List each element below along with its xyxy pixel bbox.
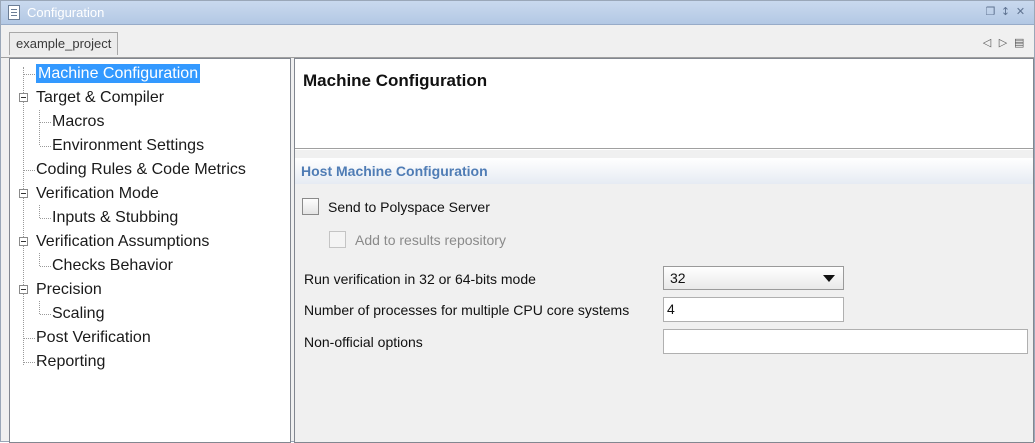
tree-item-label: Verification Mode	[36, 185, 159, 202]
tree-item-label: Post Verification	[36, 329, 151, 346]
non-official-options-input[interactable]	[663, 329, 1028, 354]
document-icon	[8, 5, 20, 20]
tree-item-precision[interactable]: Precision	[36, 278, 102, 302]
tree-item-label: Reporting	[36, 353, 106, 370]
non-official-options-label: Non-official options	[304, 334, 423, 350]
section-header: Host Machine Configuration	[295, 158, 1033, 184]
tree-item-label: Precision	[36, 281, 102, 298]
tree-item-coding-rules-code-metrics[interactable]: Coding Rules & Code Metrics	[36, 158, 246, 182]
add-to-repository-checkbox	[329, 231, 346, 248]
bits-mode-label: Run verification in 32 or 64-bits mode	[304, 271, 536, 287]
add-to-repository-label: Add to results repository	[355, 231, 506, 248]
tree-item-verification-mode[interactable]: Verification Mode	[36, 182, 159, 206]
add-to-repository-row: Add to results repository	[329, 231, 506, 248]
tree-item-verification-assumptions[interactable]: Verification Assumptions	[36, 230, 209, 254]
tree-item-label: Target & Compiler	[36, 89, 165, 106]
collapse-icon[interactable]	[19, 189, 28, 198]
close-icon[interactable]: ✕	[1015, 5, 1026, 19]
tree-connector	[24, 74, 35, 75]
tab-bar: example_project ◁ ▷ ▤	[1, 26, 1034, 58]
tree-branch-line	[39, 205, 40, 218]
tree-item-macros[interactable]: Macros	[52, 110, 104, 134]
bits-mode-select[interactable]: 32	[663, 266, 844, 290]
tree-item-label: Environment Settings	[52, 137, 205, 154]
tree-item-checks-behavior[interactable]: Checks Behavior	[52, 254, 173, 278]
tree-item-label: Macros	[52, 113, 105, 130]
configuration-window: Configuration ❐ ↕ ✕ example_project ◁ ▷ …	[0, 0, 1035, 443]
send-to-server-label: Send to Polyspace Server	[328, 198, 490, 215]
next-tab-icon[interactable]: ▷	[998, 36, 1008, 49]
collapse-icon[interactable]	[19, 93, 28, 102]
tree-connector	[40, 122, 51, 123]
window-controls: ❐ ↕ ✕	[985, 5, 1026, 19]
title-bar: Configuration ❐ ↕ ✕	[1, 1, 1034, 25]
page-header: Machine Configuration	[295, 59, 1033, 149]
bits-mode-value: 32	[670, 270, 686, 286]
tree-item-label: Checks Behavior	[52, 257, 173, 274]
restore-icon[interactable]: ❐	[985, 5, 996, 19]
tab-example-project[interactable]: example_project	[9, 32, 119, 55]
tree-item-label: Coding Rules & Code Metrics	[36, 161, 246, 178]
configuration-tree: Machine Configuration Target & Compiler Ma…	[9, 58, 291, 443]
tree-item-post-verification[interactable]: Post Verification	[36, 326, 151, 350]
window-title: Configuration	[27, 5, 105, 20]
tree-item-label: Scaling	[52, 305, 105, 322]
processes-label: Number of processes for multiple CPU cor…	[304, 302, 630, 318]
tree-connector	[40, 146, 51, 147]
send-to-server-checkbox[interactable]	[302, 198, 319, 215]
tree-item-inputs-stubbing[interactable]: Inputs & Stubbing	[52, 206, 178, 230]
collapse-icon[interactable]	[19, 285, 28, 294]
tree-root-line	[23, 67, 24, 365]
chevron-down-icon	[823, 275, 835, 282]
tree-branch-line	[39, 110, 40, 145]
tab-navigation: ◁ ▷ ▤	[982, 36, 1025, 49]
tab-list-icon[interactable]: ▤	[1014, 36, 1024, 49]
pin-icon[interactable]: ↕	[1000, 5, 1011, 19]
collapse-icon[interactable]	[19, 237, 28, 246]
tree-item-machine-configuration[interactable]: Machine Configuration	[36, 62, 201, 86]
tree-item-scaling[interactable]: Scaling	[52, 302, 104, 326]
processes-input[interactable]: 4	[663, 297, 844, 322]
tree-item-environment-settings[interactable]: Environment Settings	[52, 134, 204, 158]
tree-connector	[24, 170, 35, 171]
tree-branch-line	[39, 301, 40, 314]
section-title: Host Machine Configuration	[301, 163, 488, 179]
tree-connector	[40, 314, 51, 315]
tree-item-reporting[interactable]: Reporting	[36, 350, 105, 374]
tree-item-target-compiler[interactable]: Target & Compiler	[36, 86, 164, 110]
tree-connector	[24, 362, 35, 363]
tree-item-label: Inputs & Stubbing	[52, 209, 179, 226]
send-to-server-row: Send to Polyspace Server	[302, 198, 490, 215]
tree-connector	[24, 338, 35, 339]
settings-page: Machine Configuration Host Machine Confi…	[294, 58, 1034, 443]
prev-tab-icon[interactable]: ◁	[982, 36, 992, 49]
tree-branch-line	[39, 253, 40, 266]
tree-item-label: Machine Configuration	[36, 64, 201, 83]
settings-body: Host Machine Configuration Send to Polys…	[295, 150, 1033, 442]
tree-item-label: Verification Assumptions	[36, 233, 210, 250]
page-title: Machine Configuration	[303, 71, 488, 90]
tree-connector	[40, 266, 51, 267]
tree-connector	[40, 218, 51, 219]
